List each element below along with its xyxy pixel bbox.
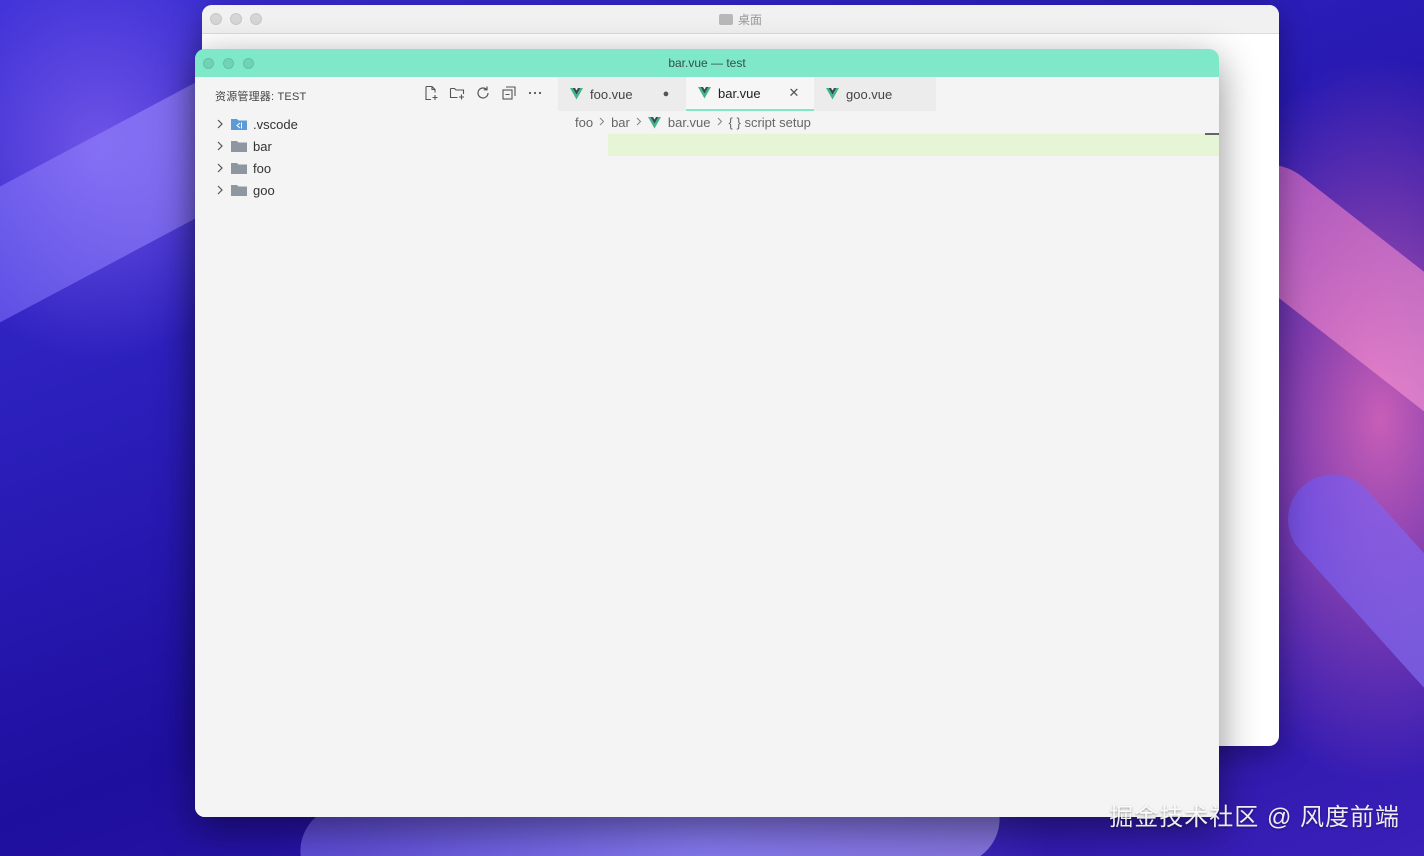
breadcrumb-item[interactable]: { } script setup bbox=[729, 115, 811, 130]
chevron-right-icon bbox=[213, 185, 227, 195]
chevron-right-icon bbox=[213, 163, 227, 173]
folder-icon bbox=[231, 140, 247, 152]
close-icon[interactable]: ✕ bbox=[786, 85, 802, 101]
tree-item-label: foo bbox=[253, 160, 272, 176]
chevron-right-icon bbox=[213, 119, 227, 129]
more-icon[interactable] bbox=[527, 85, 543, 101]
new-file-icon[interactable] bbox=[423, 85, 439, 101]
vue-icon bbox=[647, 116, 661, 129]
vue-icon bbox=[826, 88, 839, 100]
breadcrumb-item[interactable]: bar.vue bbox=[668, 115, 711, 130]
tab-foo-vue[interactable]: foo.vue ● bbox=[558, 77, 686, 111]
tab-label: foo.vue bbox=[590, 86, 633, 102]
chevron-right-icon bbox=[599, 117, 605, 129]
collapse-all-icon[interactable] bbox=[501, 85, 517, 101]
explorer-sidebar: 资源管理器: TEST .vscode bar foo goo bbox=[195, 77, 558, 817]
explorer-actions bbox=[423, 85, 543, 101]
refresh-icon[interactable] bbox=[475, 85, 491, 101]
tree-item-label: goo bbox=[253, 182, 275, 198]
tab-label: bar.vue bbox=[718, 85, 761, 101]
chevron-right-icon bbox=[636, 117, 642, 129]
overview-ruler-mark bbox=[1205, 133, 1219, 135]
current-line-highlight bbox=[608, 134, 1219, 156]
tree-item-vscode[interactable]: .vscode bbox=[195, 113, 558, 135]
watermark: 掘金技术社区 @ 风度前端 bbox=[1109, 804, 1400, 831]
tab-goo-vue[interactable]: goo.vue bbox=[814, 77, 936, 111]
chevron-right-icon bbox=[717, 117, 723, 129]
folder-icon bbox=[231, 184, 247, 196]
tree-item-foo[interactable]: foo bbox=[195, 157, 558, 179]
vscode-titlebar[interactable]: bar.vue — test bbox=[195, 49, 1219, 77]
desktop-background: 桌面 bar.vue — test 资源管理器: TEST .vscode ba… bbox=[0, 0, 1424, 856]
tree-item-bar[interactable]: bar bbox=[195, 135, 558, 157]
finder-title: 桌面 bbox=[202, 11, 1279, 28]
editor-tabs: foo.vue ● bar.vue ✕ goo.vue bbox=[558, 77, 936, 111]
unsaved-dot-icon[interactable]: ● bbox=[658, 86, 674, 102]
tab-label: goo.vue bbox=[846, 86, 893, 102]
folder-icon bbox=[718, 14, 733, 25]
breadcrumb-item[interactable]: foo bbox=[575, 115, 593, 130]
wallpaper-band bbox=[1269, 455, 1424, 755]
chevron-right-icon bbox=[213, 141, 227, 151]
tree-item-label: .vscode bbox=[253, 116, 298, 132]
vue-icon bbox=[698, 87, 711, 99]
editor-area[interactable]: foo.vue ● bar.vue ✕ goo.vue foo bar bar.… bbox=[558, 77, 1219, 817]
tree-item-label: bar bbox=[253, 138, 272, 154]
tab-bar-vue[interactable]: bar.vue ✕ bbox=[686, 77, 814, 111]
new-folder-icon[interactable] bbox=[449, 85, 465, 101]
folder-icon bbox=[231, 162, 247, 174]
finder-title-label: 桌面 bbox=[737, 13, 762, 27]
vscode-window[interactable]: bar.vue — test 资源管理器: TEST .vscode bar f… bbox=[195, 49, 1219, 817]
vscode-folder-icon bbox=[231, 118, 247, 130]
vue-icon bbox=[570, 88, 583, 100]
finder-titlebar[interactable]: 桌面 bbox=[202, 5, 1279, 34]
window-title: bar.vue — test bbox=[668, 56, 746, 70]
tree-item-goo[interactable]: goo bbox=[195, 179, 558, 201]
breadcrumb-item[interactable]: bar bbox=[611, 115, 630, 130]
breadcrumb: foo bar bar.vue { } script setup bbox=[575, 115, 811, 130]
file-tree: .vscode bar foo goo bbox=[195, 113, 558, 201]
explorer-header: 资源管理器: TEST bbox=[215, 91, 307, 103]
